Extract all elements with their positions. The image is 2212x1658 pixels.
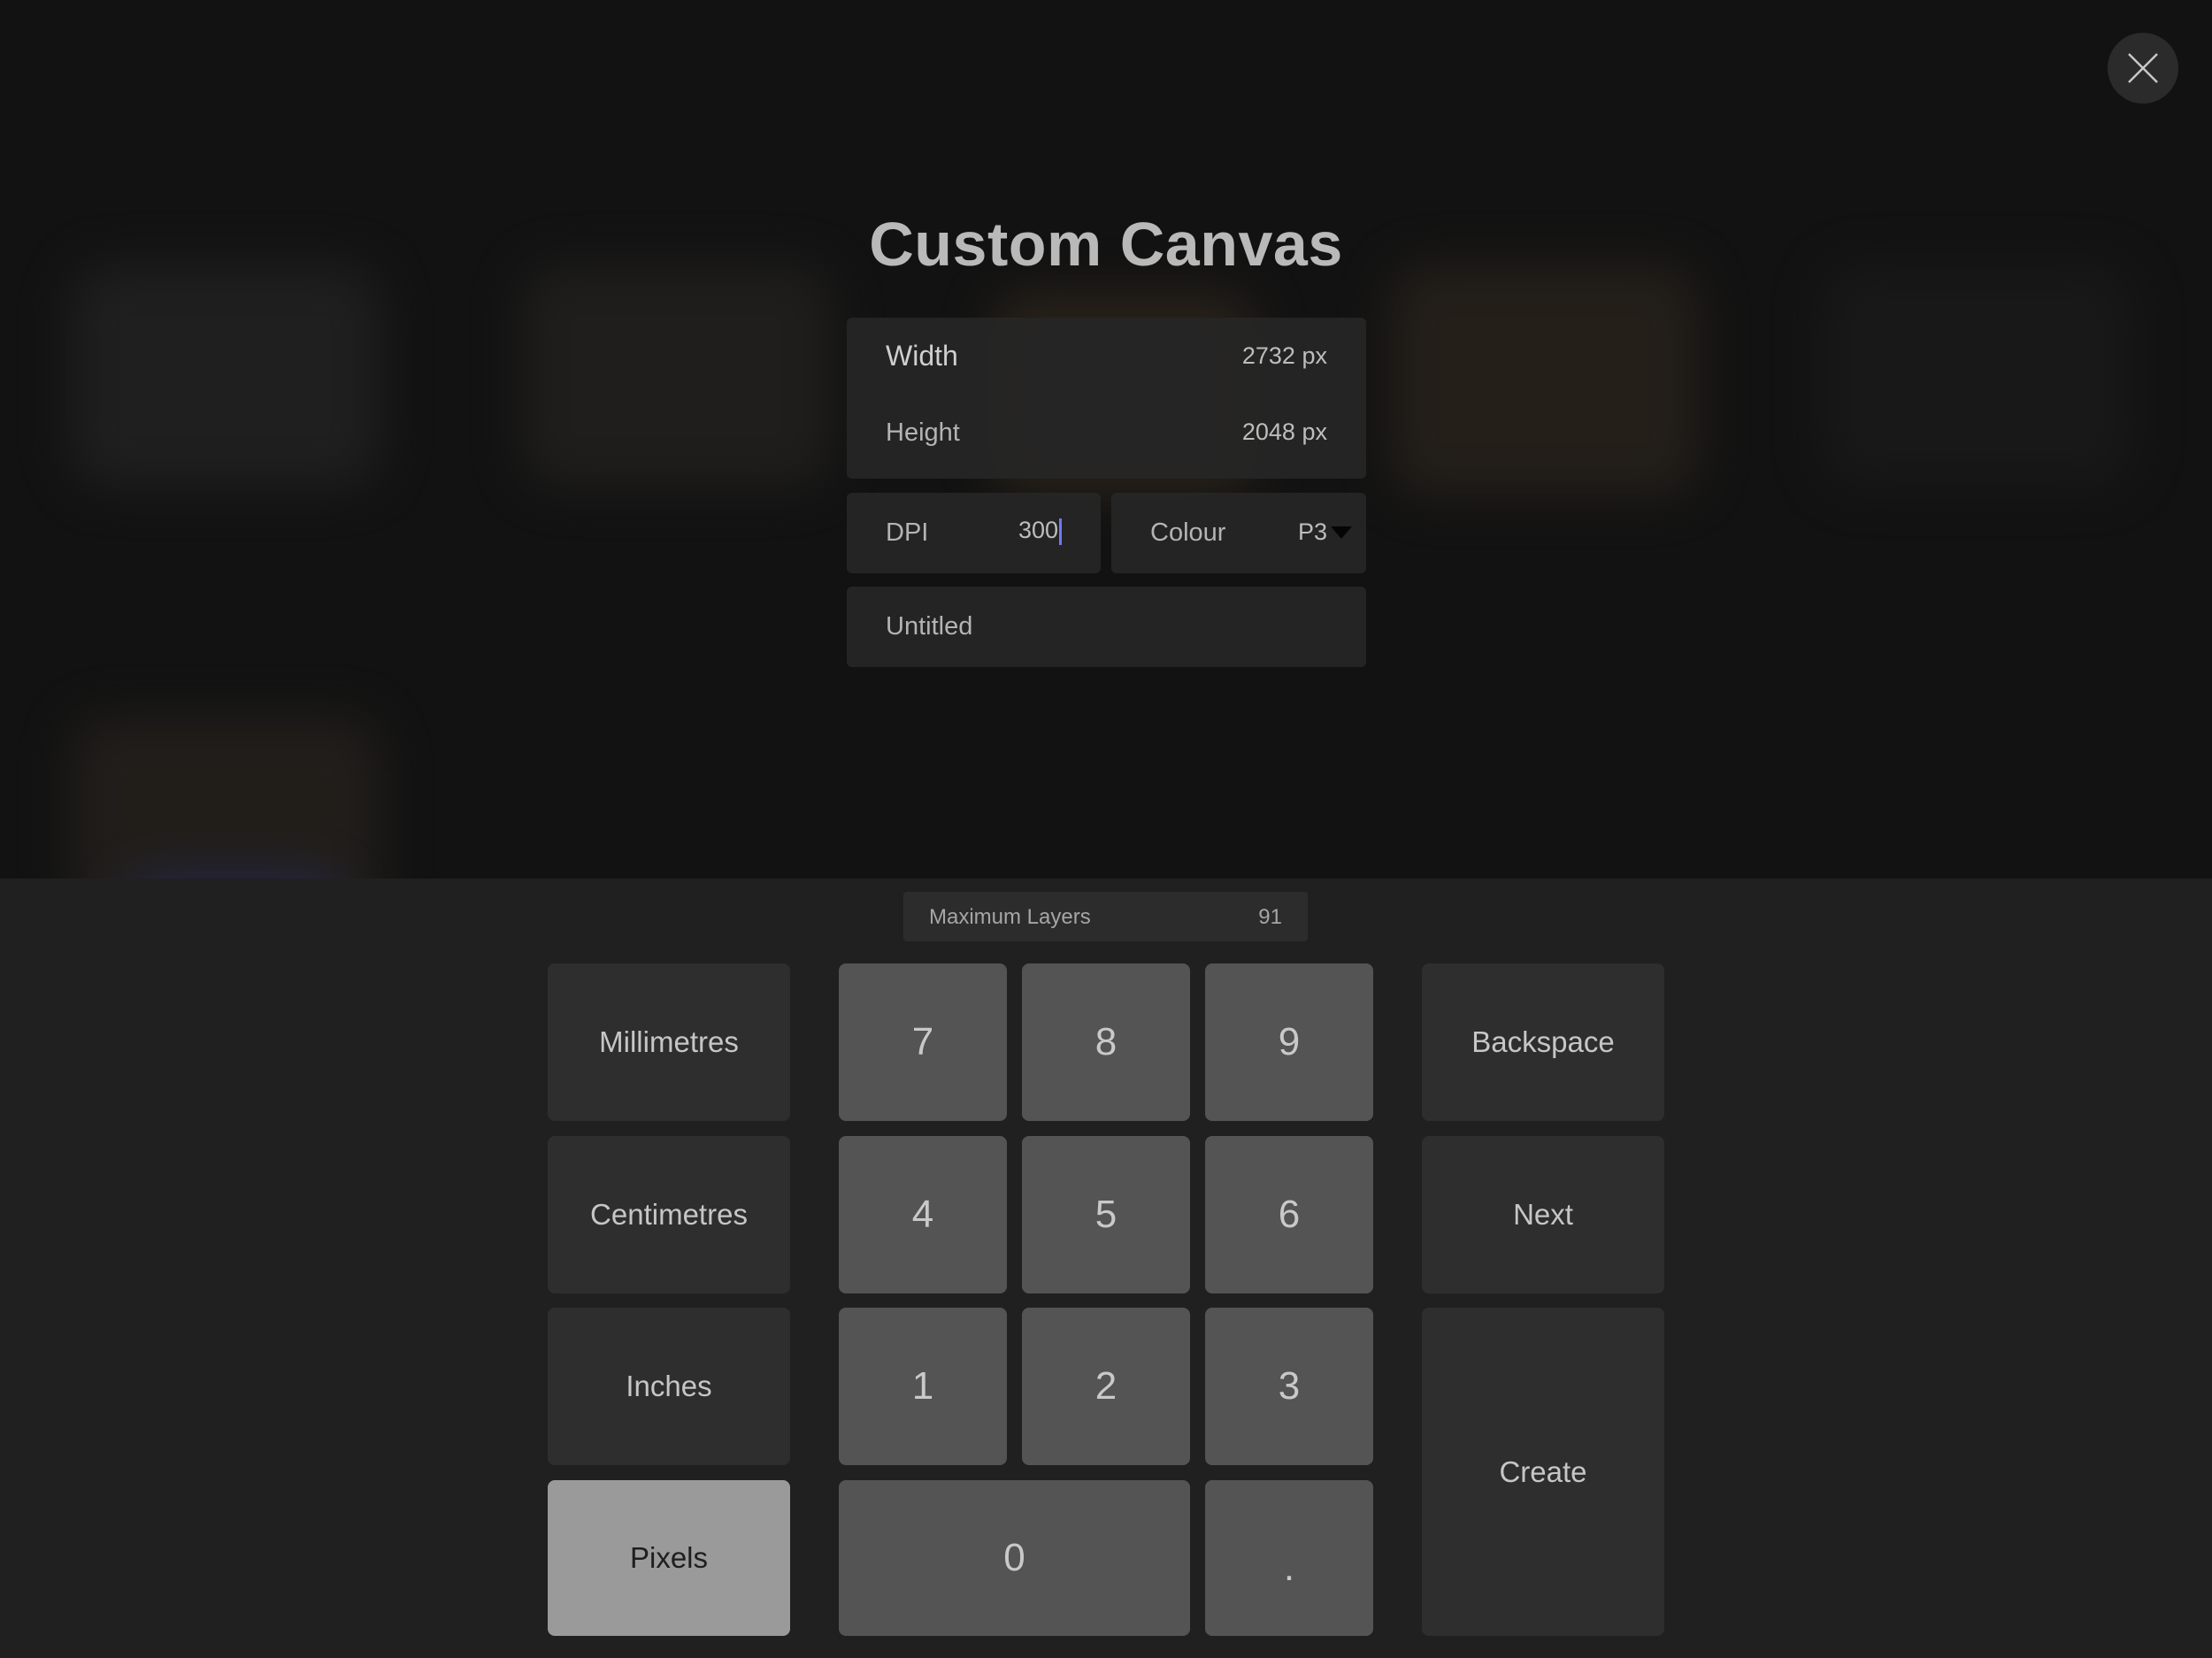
blurred-artwork-thumbnail [71,717,380,879]
next-button[interactable]: Next [1422,1136,1664,1293]
dialog-title: Custom Canvas [869,210,1343,279]
height-unit: px [1302,418,1327,445]
colour-label: Colour [1150,518,1226,547]
colour-profile-selector[interactable]: Colour P3 [1111,493,1366,573]
blurred-artwork-thumbnail [522,265,832,487]
width-label: Width [886,340,958,372]
key-1[interactable]: 1 [839,1308,1007,1465]
canvas-name-value: Untitled [886,612,973,641]
key-8[interactable]: 8 [1022,963,1190,1121]
key-6[interactable]: 6 [1205,1136,1373,1293]
width-value: 2732 px [1242,342,1327,370]
key-9[interactable]: 9 [1205,963,1373,1121]
width-number: 2732 [1241,342,1295,369]
create-button[interactable]: Create [1422,1308,1664,1636]
dpi-label: DPI [886,518,929,547]
dimensions-panel: Width 2732 px Height 2048 px [847,318,1366,479]
close-icon [2128,53,2158,83]
blurred-artwork-thumbnail [1823,265,2132,487]
key-decimal-point[interactable]: . [1205,1480,1373,1636]
dpi-value: 300 [1018,517,1058,543]
key-4[interactable]: 4 [839,1136,1007,1293]
colour-value: P3 [1297,518,1327,545]
triangle-down-icon [1331,526,1352,539]
pixels-button[interactable]: Pixels [548,1480,790,1636]
key-2[interactable]: 2 [1022,1308,1190,1465]
width-unit: px [1302,342,1327,369]
canvas-name-field[interactable]: Untitled [847,587,1366,667]
height-number: 2048 [1241,418,1295,445]
key-3[interactable]: 3 [1205,1308,1373,1465]
height-label: Height [886,418,960,447]
key-7[interactable]: 7 [839,963,1007,1121]
blurred-artwork-thumbnail [1389,265,1699,495]
text-caret [1059,518,1062,545]
close-button[interactable] [2108,33,2178,104]
millimetres-button[interactable]: Millimetres [548,963,790,1121]
max-layers-indicator: Maximum Layers 91 [903,892,1308,941]
blurred-artwork-thumbnail [71,265,380,487]
max-layers-label: Maximum Layers [929,905,1091,929]
height-row[interactable]: Height 2048 px [847,398,1366,479]
max-layers-value: 91 [1258,905,1282,929]
height-value: 2048 px [1242,418,1327,446]
inches-button[interactable]: Inches [548,1308,790,1465]
key-0[interactable]: 0 [839,1480,1190,1636]
backspace-button[interactable]: Backspace [1422,963,1664,1121]
dpi-field[interactable]: DPI 300 [847,493,1101,573]
dpi-value-wrap: 300 [1018,517,1062,545]
width-row[interactable]: Width 2732 px [847,318,1366,398]
key-5[interactable]: 5 [1022,1136,1190,1293]
centimetres-button[interactable]: Centimetres [548,1136,790,1293]
